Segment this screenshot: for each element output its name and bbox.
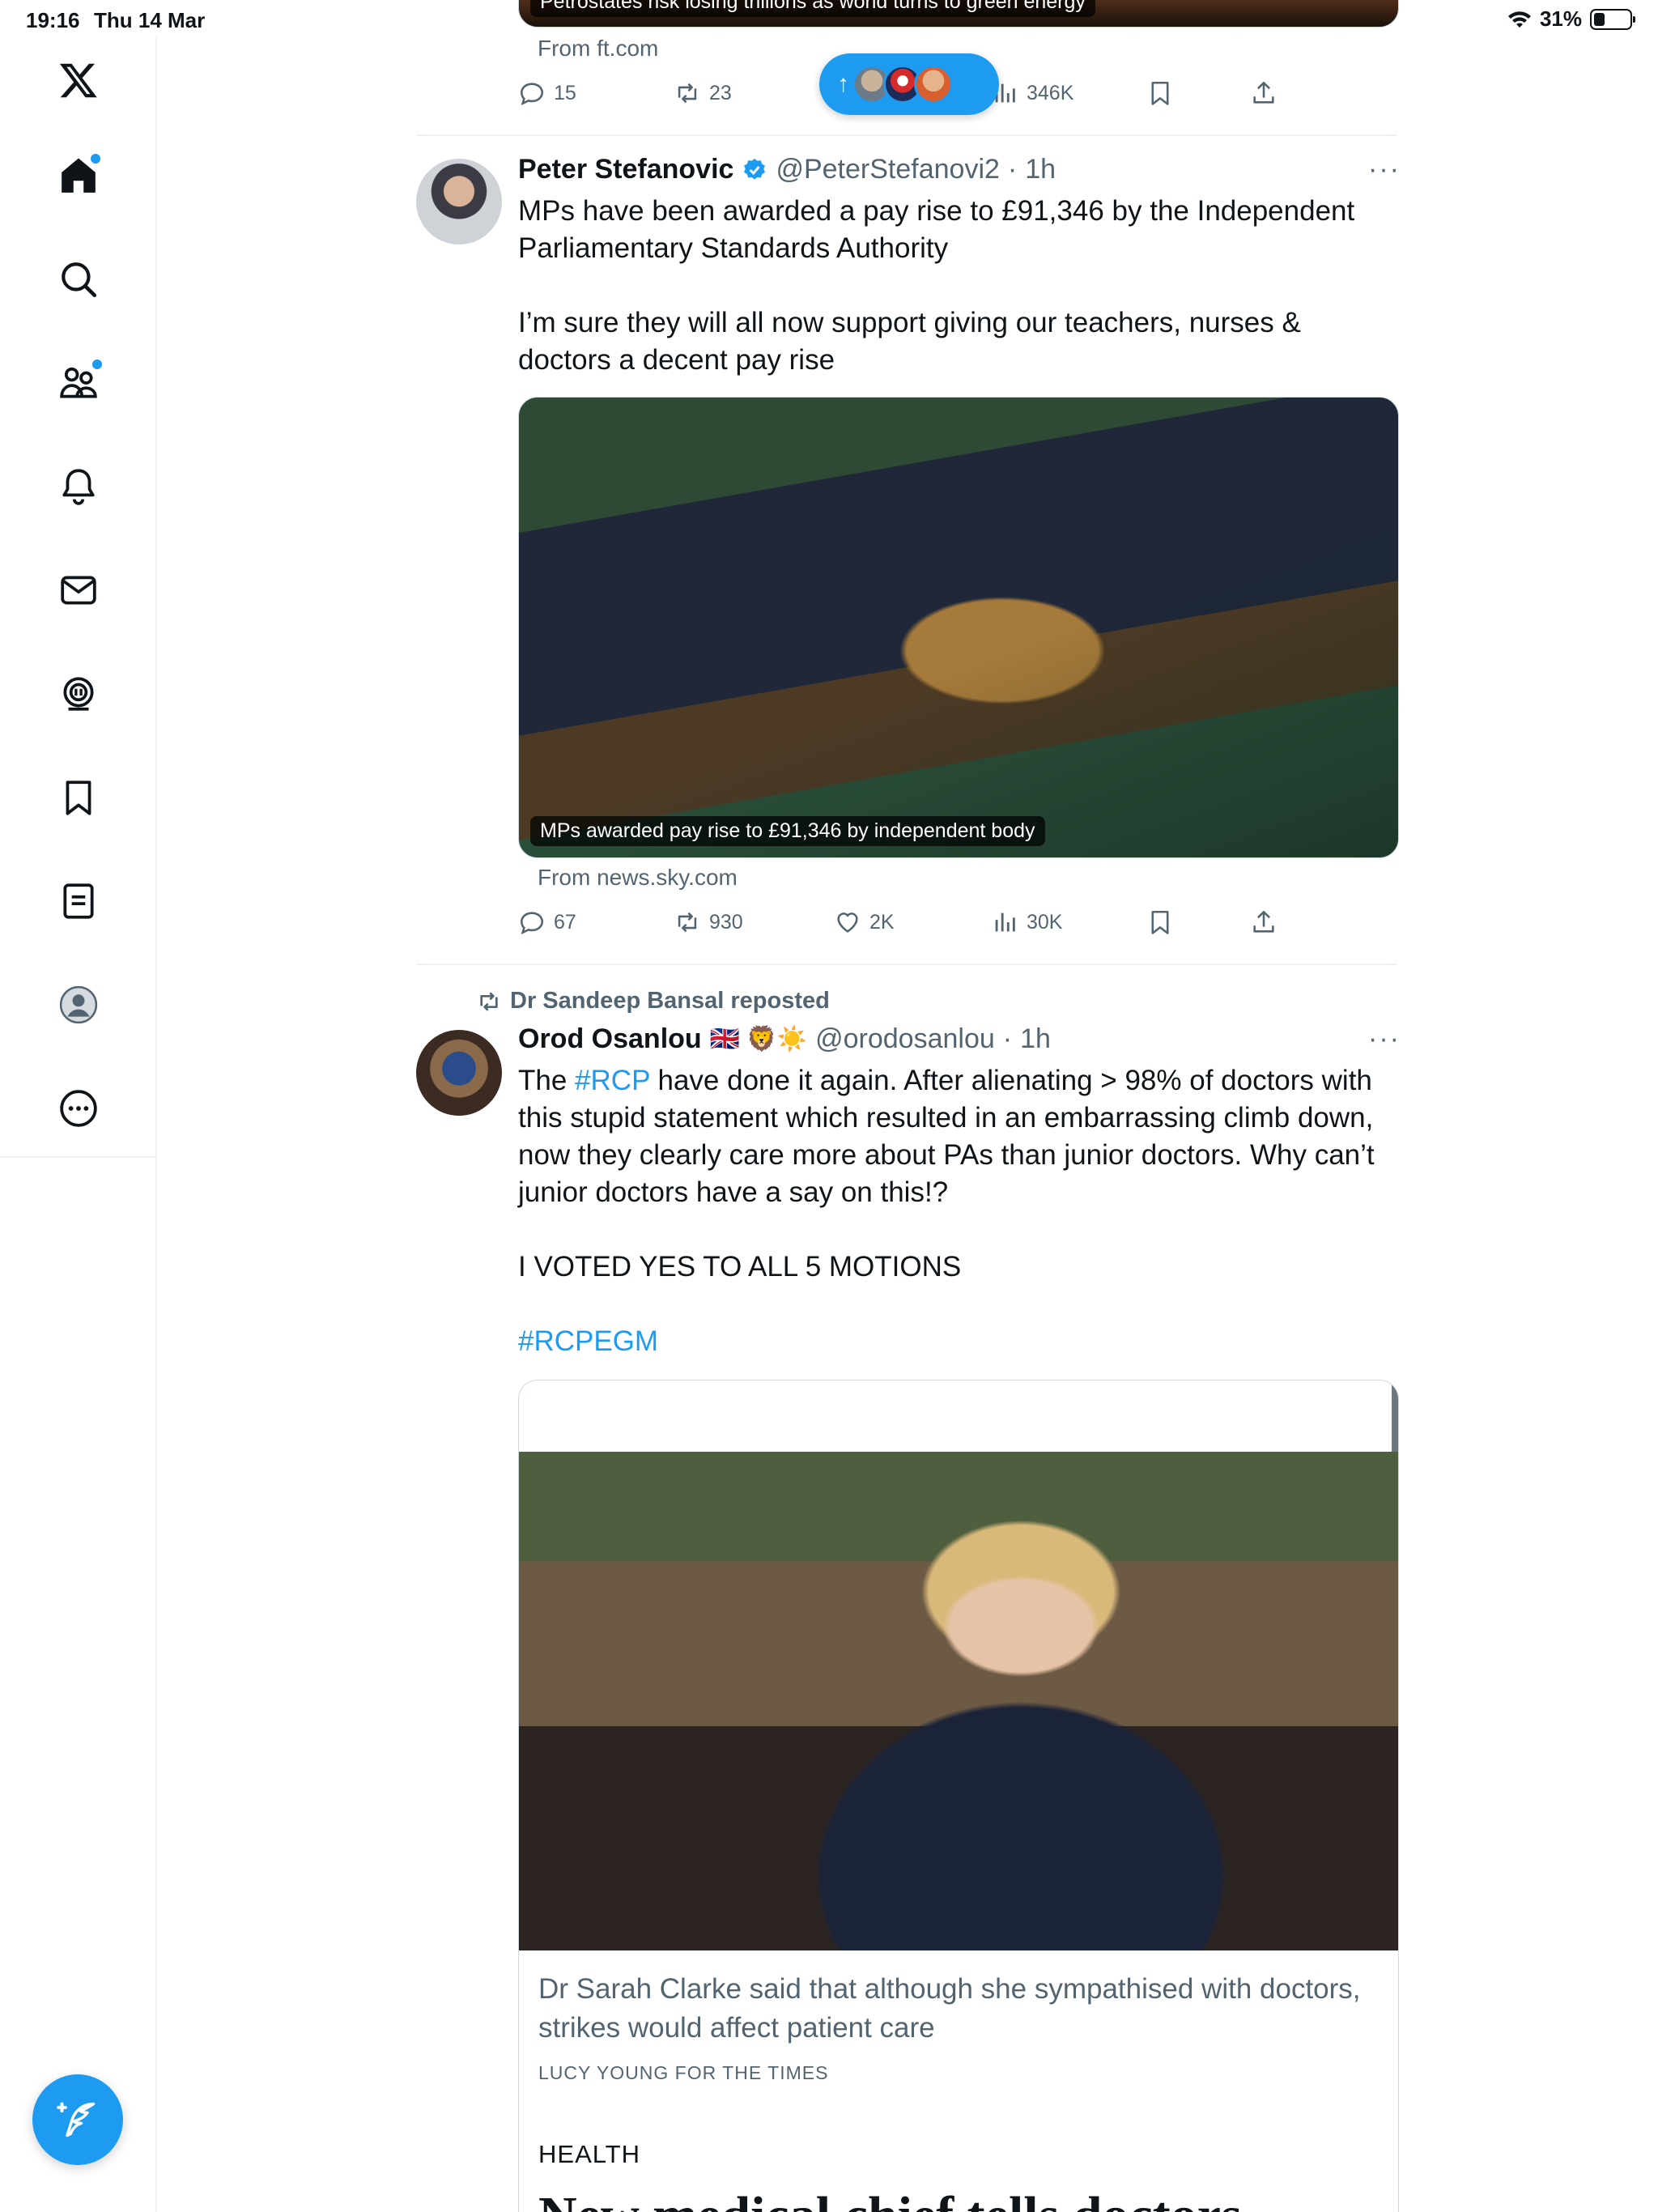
author-name[interactable]: Peter Stefanovic [518,154,733,185]
reply-button[interactable]: 67 [518,908,576,936]
like-count: 2K [869,910,895,934]
bookmarks-icon[interactable] [50,769,107,826]
search-icon[interactable] [50,251,107,308]
repost-icon [678,83,697,104]
share-button[interactable] [1250,908,1278,936]
more-options-button[interactable]: ··· [1368,1023,1401,1055]
home-badge [91,154,100,164]
sidebar-divider [0,1156,157,1158]
repost-icon [480,991,498,1011]
lists-icon[interactable] [50,873,107,929]
profile-icon[interactable] [50,976,107,1033]
tweet-text-line [518,267,1401,304]
tweet-time[interactable]: 1h [1025,154,1056,185]
card-credit: LUCY YOUNG FOR THE TIMES [538,2062,829,2083]
card-headline: New medical chief tells doctors [538,2185,1242,2212]
tweet-time[interactable]: 1h [1020,1023,1051,1055]
tweet1-media-link-card[interactable]: MPs awarded pay rise to £91,346 by indep… [518,397,1399,858]
share-icon [1253,81,1274,104]
tweet-text-pre: The [518,1065,576,1096]
arrow-up-icon: ↑ [837,70,849,97]
card-photo [519,1452,1398,1950]
prev-tweet-source[interactable]: From ft.com [538,36,658,62]
prev-tweet-actions: 15 23 346K [518,79,1490,120]
reply-count: 15 [554,81,576,104]
tweet-text-line: I VOTED YES TO ALL 5 MOTIONS [518,1251,962,1283]
reply-icon [520,83,544,106]
card-section: HEALTH [538,2140,641,2168]
reply-icon [520,912,544,935]
tweet1-text: MPs have been awarded a pay rise to £91,… [518,193,1401,379]
tweet-text-line: MPs have been awarded a pay rise to £91,… [518,195,1355,264]
compose-button[interactable] [32,2074,123,2165]
status-time: 19:16 [26,8,80,32]
views-button[interactable]: 30K [991,908,1062,936]
author-handle[interactable]: @PeterStefanovi2 [776,154,999,185]
repost-count: 23 [709,81,732,104]
share-icon [1253,910,1274,933]
bookmark-icon [1151,81,1169,105]
card-caption: Dr Sarah Clarke said that although she s… [538,1973,1361,2044]
hashtag-link[interactable]: #RCPEGM [518,1323,1401,1360]
repost-count: 930 [709,910,743,934]
messages-icon[interactable] [50,562,107,619]
compose-feather-icon [57,2102,96,2138]
tweet-text-paragraph: The #RCP have done it again. After alien… [518,1062,1401,1211]
avatar [914,65,953,104]
tweet2-text: The #RCP have done it again. After alien… [518,1062,1401,1360]
prev-tweet-media[interactable]: Petrostates risk losing trillions as wor… [518,0,1399,28]
bookmark-icon [1151,910,1169,934]
tweet2-header: Orod Osanlou 🇬🇧 🦁☀️ @orodosanlou · 1h [518,1023,1051,1055]
new-posts-pill[interactable]: ↑ [819,53,999,115]
notifications-icon[interactable] [50,458,107,515]
repost-indicator[interactable]: Dr Sandeep Bansal reposted [476,988,830,1015]
views-count: 30K [1027,910,1063,934]
avatar[interactable] [416,1030,502,1116]
tweet1-header: Peter Stefanovic @PeterStefanovi2 · 1h [518,154,1056,185]
views-count: 346K [1027,81,1074,104]
communities-icon[interactable] [50,355,107,411]
home-icon[interactable] [50,147,107,204]
views-icon [995,912,1015,932]
author-name[interactable]: Orod Osanlou [518,1023,702,1055]
more-options-button[interactable]: ··· [1368,154,1401,185]
repost-label: Dr Sandeep Bansal reposted [510,988,830,1014]
tweet-text-spacer [518,1286,1401,1323]
avatar[interactable] [416,159,502,245]
tweet1-actions: 67 930 2K 30K [518,908,1490,949]
share-button[interactable] [1250,79,1278,107]
tweet-text-spacer [518,1211,1401,1249]
repost-button[interactable]: 930 [674,908,743,936]
tweet2-link-card[interactable]: Dr Sarah Clarke said that although she s… [518,1380,1399,2212]
author-emojis: 🇬🇧 🦁☀️ [709,1026,808,1053]
verified-badge-icon [744,158,766,180]
more-icon[interactable] [50,1080,107,1137]
bookmark-button[interactable] [1146,79,1174,107]
tweet-text-line: I’m sure they will all now support givin… [518,307,1301,376]
author-handle[interactable]: @orodosanlou [815,1023,995,1055]
x-logo-icon[interactable] [50,52,107,108]
bookmark-button[interactable] [1146,908,1174,936]
repost-button[interactable]: 23 [674,79,732,107]
timeline: Petrostates risk losing trillions as wor… [157,0,1658,2212]
hashtag-link[interactable]: #RCP [575,1065,650,1096]
communities-badge [92,359,102,369]
tweet-divider [416,963,1397,965]
meta-dot: · [1007,154,1018,185]
reply-button[interactable]: 15 [518,79,576,107]
meta-dot: · [1002,1023,1013,1054]
prev-media-caption: Petrostates risk losing trillions as wor… [530,0,1095,17]
heart-icon [837,912,858,933]
tweet-divider [416,134,1397,136]
like-button[interactable]: 2K [834,908,895,936]
views-button[interactable]: 346K [991,79,1073,107]
grok-icon[interactable] [50,666,107,722]
repost-icon [678,912,697,933]
reply-count: 67 [554,910,576,934]
media-caption: MPs awarded pay rise to £91,346 by indep… [530,816,1045,846]
tweet1-source[interactable]: From news.sky.com [538,865,738,891]
sidebar [0,37,157,2212]
